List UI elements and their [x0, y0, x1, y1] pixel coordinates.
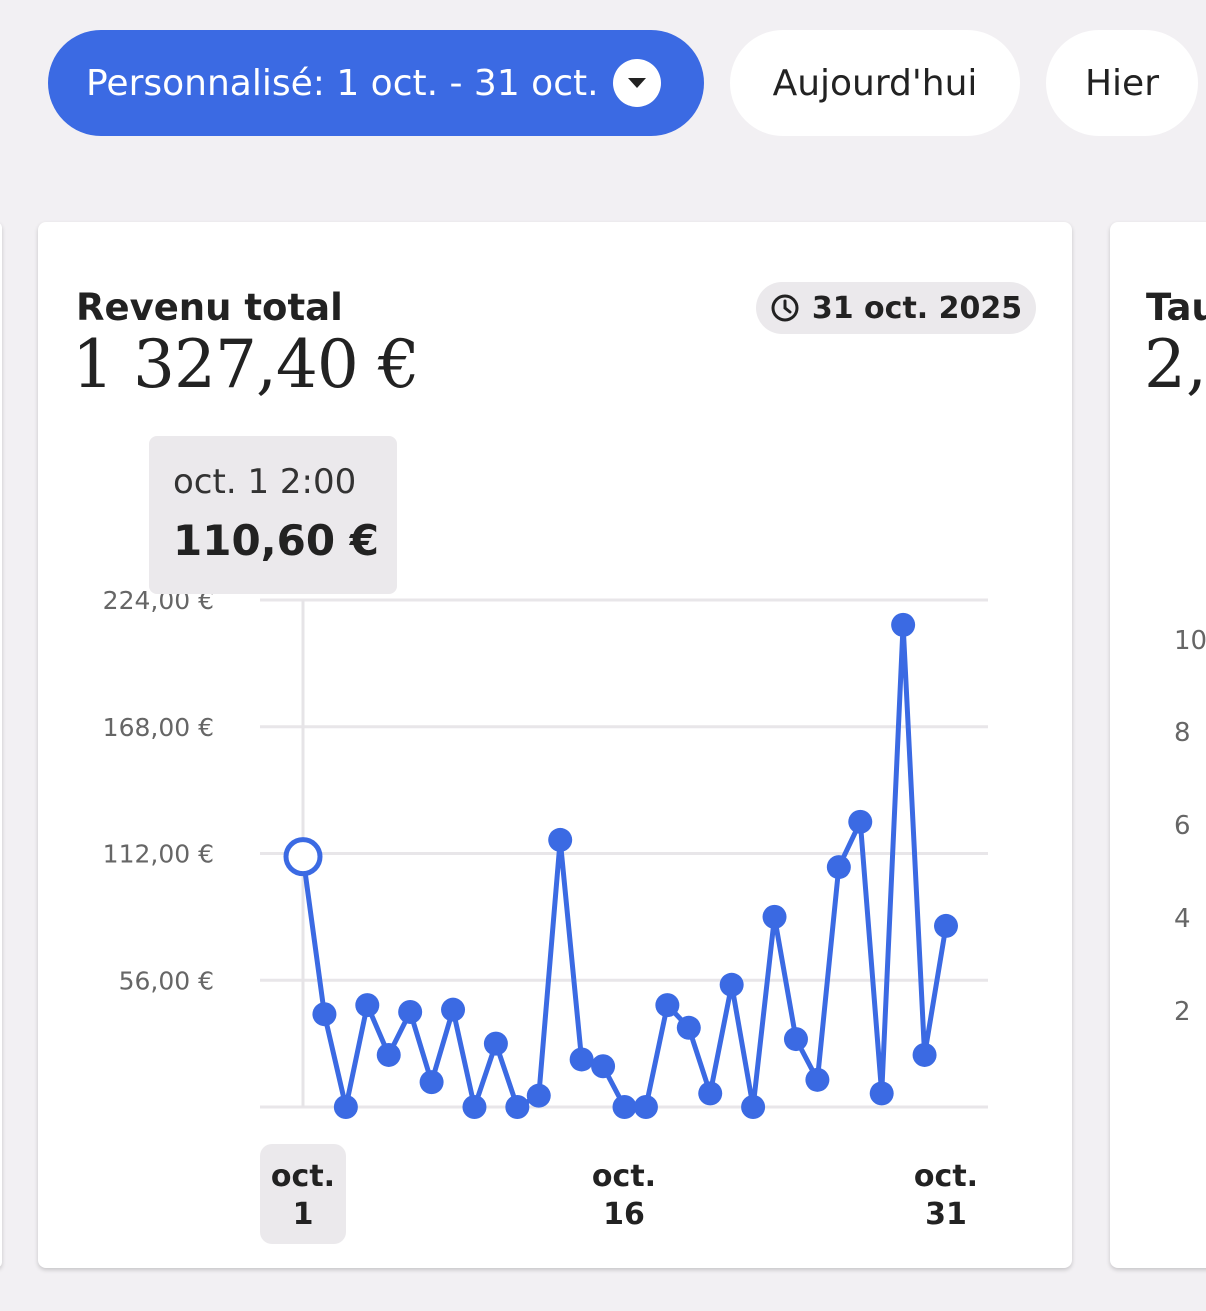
data-point[interactable] [869, 1081, 894, 1106]
x-tick-month: oct. [270, 1159, 336, 1194]
data-point[interactable] [741, 1095, 766, 1119]
data-point[interactable] [633, 1095, 658, 1119]
next-card-y-tick: 4 [1174, 904, 1191, 934]
data-point[interactable] [912, 1042, 937, 1067]
tooltip-value: 110,60 € [173, 516, 379, 565]
today-filter-button[interactable]: Aujourd'hui [730, 30, 1020, 136]
y-tick-label: 168,00 € [103, 713, 214, 742]
data-point[interactable] [655, 993, 680, 1018]
next-card[interactable]: Tau 2, 10 8 6 4 2 [1110, 222, 1206, 1268]
data-point[interactable] [848, 809, 873, 834]
next-card-y-tick: 6 [1174, 811, 1191, 841]
data-point[interactable] [483, 1031, 508, 1056]
next-card-y-tick: 2 [1174, 997, 1191, 1027]
date-range-dropdown[interactable]: Personnalisé: 1 oct. - 31 oct. [48, 30, 704, 136]
yesterday-filter-label: Hier [1084, 62, 1160, 104]
data-point[interactable] [398, 999, 423, 1024]
data-point[interactable] [312, 1002, 337, 1027]
data-point[interactable] [805, 1067, 830, 1092]
chart-tooltip: oct. 1 2:00 110,60 € [149, 436, 397, 594]
revenue-card[interactable]: Revenu total 1 327,40 € 31 oct. 2025 224… [38, 222, 1072, 1268]
data-point[interactable] [355, 993, 380, 1018]
previous-card-edge[interactable] [0, 222, 2, 1268]
data-point[interactable] [676, 1015, 701, 1040]
data-point[interactable] [419, 1070, 444, 1095]
x-tick-label: oct. 1 [243, 1158, 363, 1234]
x-tick-month: oct. [913, 1159, 979, 1194]
yesterday-filter-button[interactable]: Hier [1046, 30, 1198, 136]
y-tick-label: 56,00 € [119, 966, 214, 995]
data-point[interactable] [548, 827, 573, 852]
chevron-down-icon [612, 59, 661, 107]
y-tick-label: 112,00 € [103, 840, 214, 869]
analytics-page: Personnalisé: 1 oct. - 31 oct. Aujourd'h… [0, 0, 1206, 1311]
data-point[interactable] [612, 1095, 637, 1119]
data-point[interactable] [569, 1047, 594, 1072]
data-point[interactable] [826, 855, 851, 880]
x-tick-month: oct. [591, 1159, 657, 1194]
next-card-value: 2, [1144, 326, 1206, 403]
data-point[interactable] [462, 1095, 487, 1119]
data-point[interactable] [526, 1083, 551, 1108]
data-point[interactable] [376, 1042, 401, 1067]
data-point[interactable] [333, 1095, 358, 1119]
next-card-y-tick: 8 [1174, 718, 1191, 748]
x-tick-day: 1 [292, 1197, 314, 1232]
next-card-title: Tau [1146, 286, 1206, 329]
x-tick-day: 16 [603, 1197, 645, 1232]
data-point[interactable] [591, 1054, 616, 1079]
selected-data-point[interactable] [283, 837, 323, 877]
x-tick-day: 31 [925, 1197, 967, 1232]
revenue-line-chart[interactable]: 224,00 €168,00 €112,00 €56,00 € [38, 222, 1072, 1122]
today-filter-label: Aujourd'hui [772, 62, 978, 104]
data-point[interactable] [783, 1027, 808, 1052]
data-point[interactable] [934, 913, 958, 938]
data-point[interactable] [762, 904, 787, 929]
data-point[interactable] [891, 612, 916, 637]
data-point[interactable] [698, 1081, 723, 1106]
data-point[interactable] [719, 972, 744, 997]
data-point[interactable] [505, 1095, 530, 1119]
next-card-y-tick: 10 [1174, 626, 1206, 656]
x-tick-label: oct. 16 [564, 1158, 684, 1234]
x-tick-label: oct. 31 [886, 1158, 1006, 1234]
data-point[interactable] [441, 997, 466, 1022]
tooltip-time: oct. 1 2:00 [173, 462, 357, 502]
date-range-label: Personnalisé: 1 oct. - 31 oct. [86, 62, 599, 104]
